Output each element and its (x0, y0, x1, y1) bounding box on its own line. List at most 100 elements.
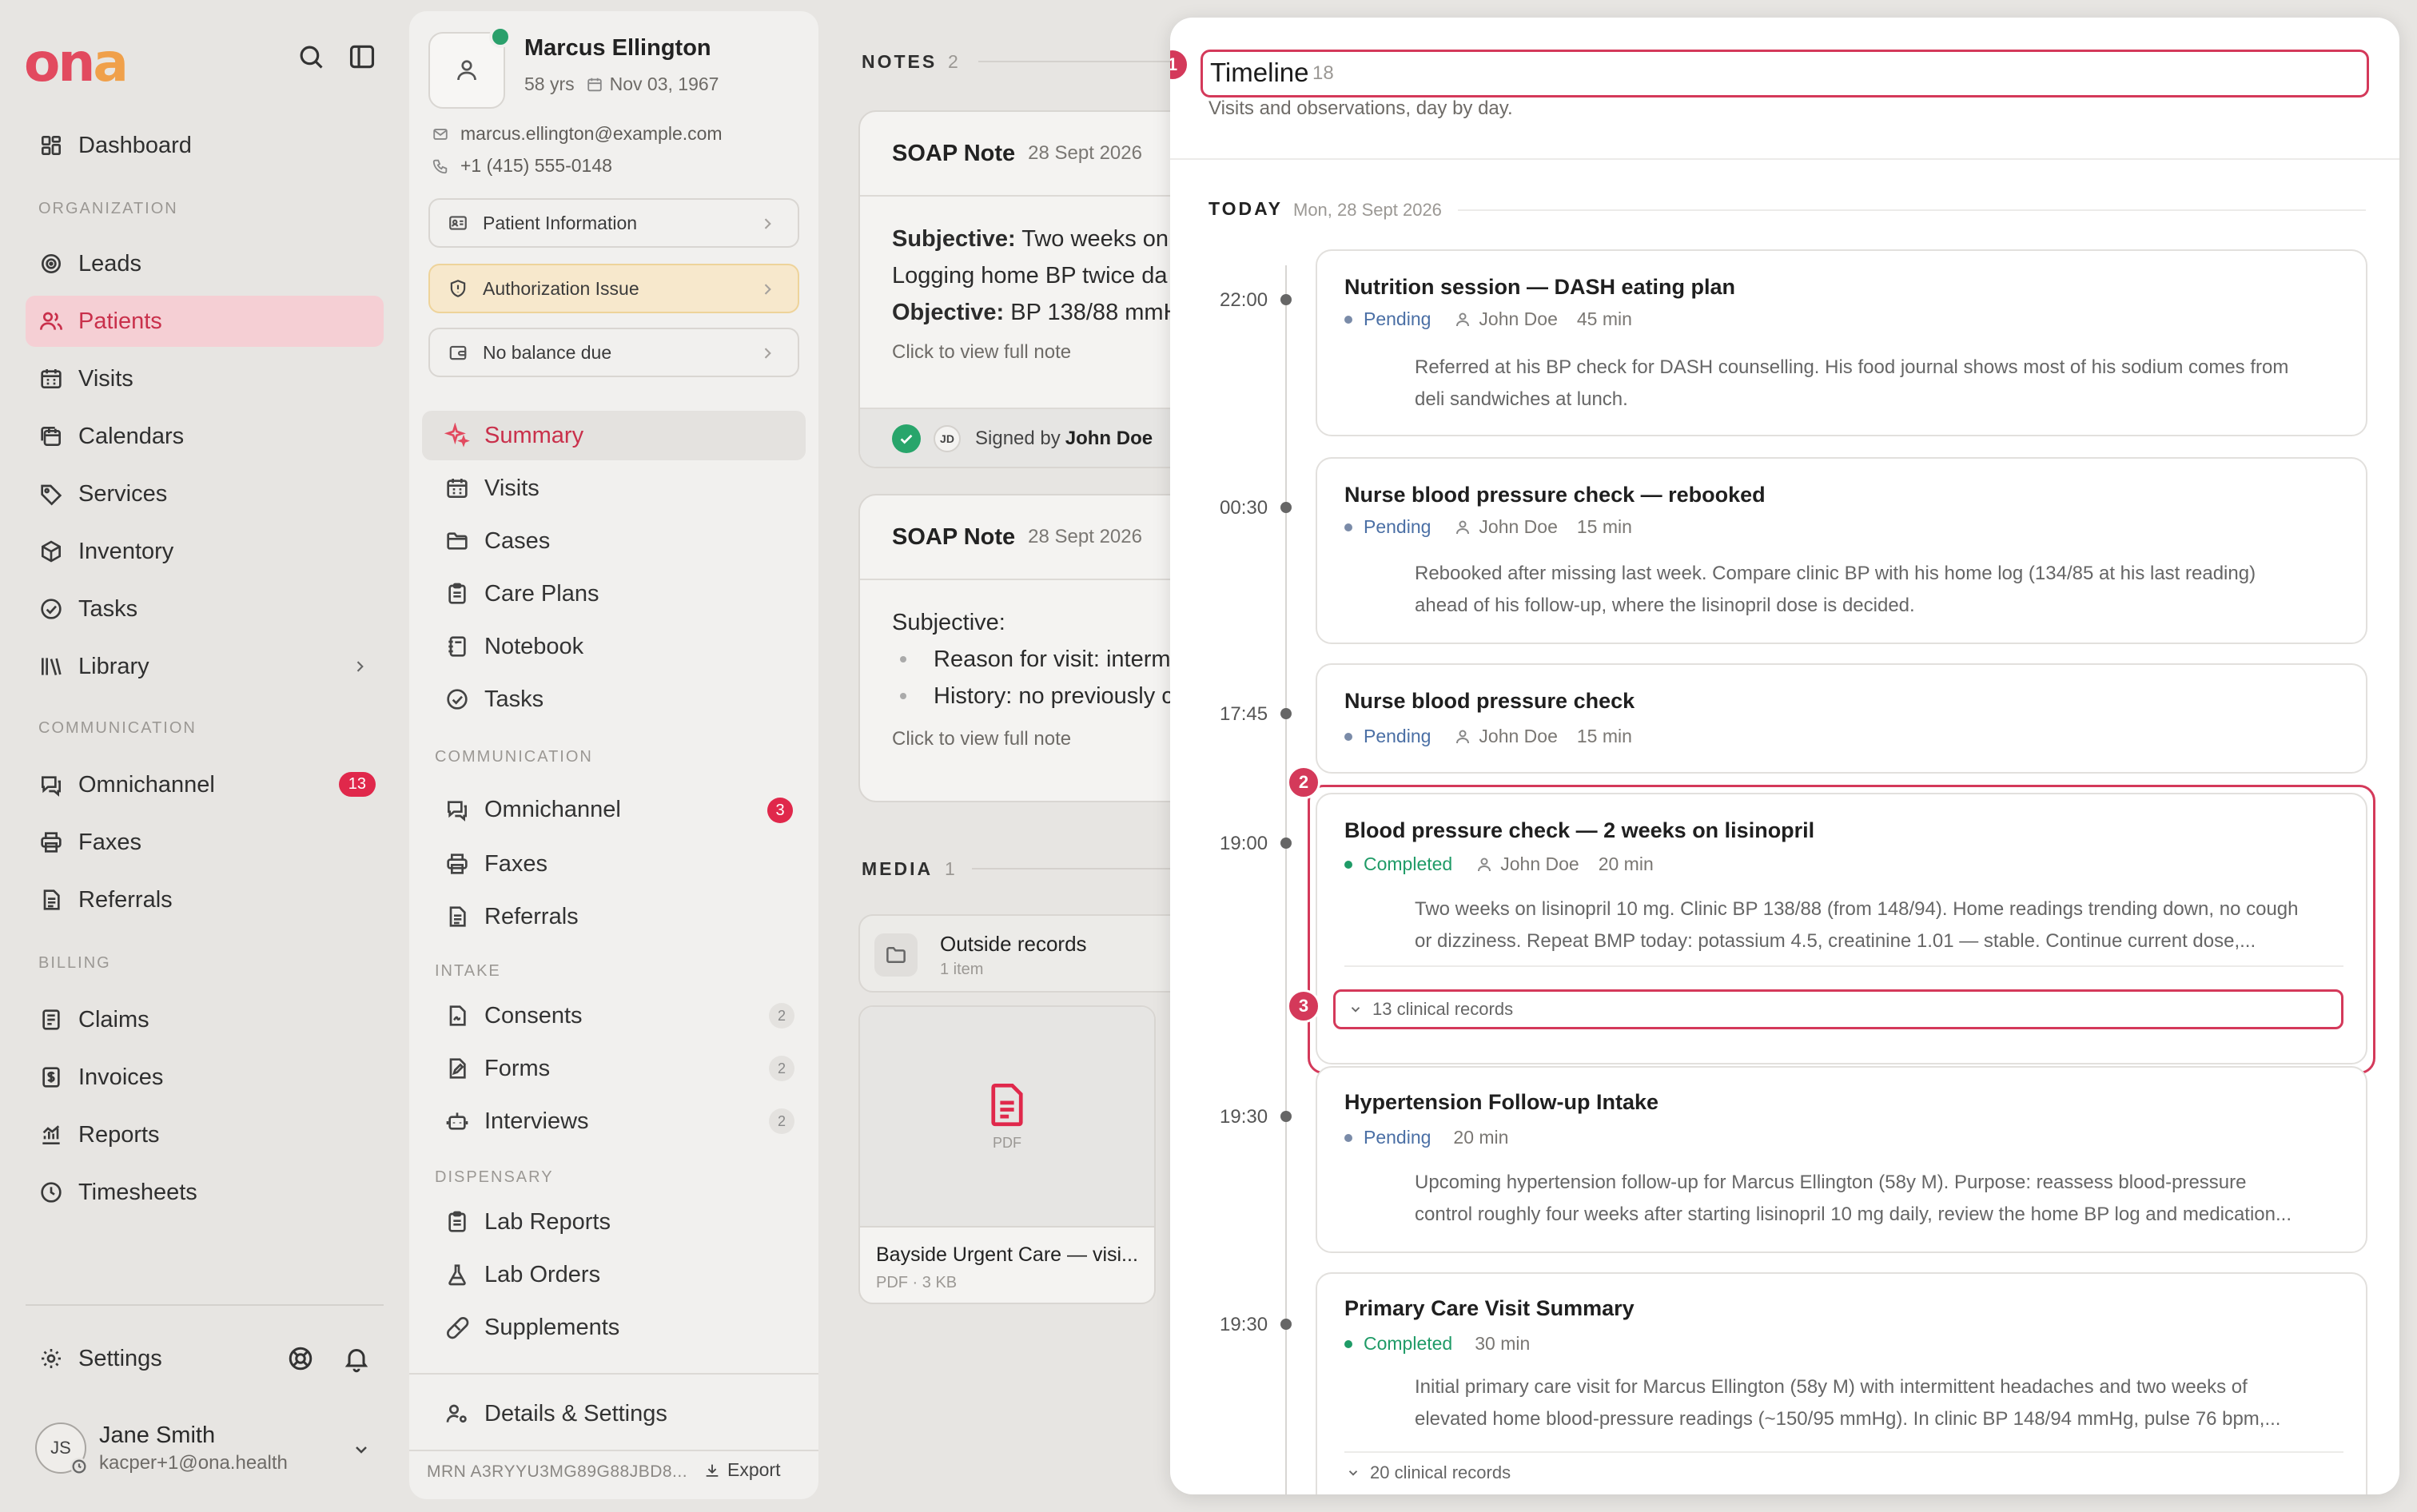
nav-reports-label: Reports (78, 1121, 160, 1148)
patient-menu-lab-orders[interactable]: Lab Orders (422, 1250, 806, 1299)
patient-menu-interviews-label: Interviews (484, 1108, 589, 1134)
patient-menu-consents[interactable]: Consents 2 (422, 991, 806, 1040)
nav-reports[interactable]: Reports (26, 1109, 384, 1160)
nav-timesheets[interactable]: Timesheets (26, 1167, 384, 1218)
nav-settings[interactable]: Settings (26, 1333, 289, 1384)
timeline-title: Timeline (1210, 58, 1309, 87)
status-dot (1344, 732, 1352, 741)
nav-dashboard[interactable]: Dashboard (26, 120, 384, 171)
patient-menu-care-plans[interactable]: Care Plans (422, 569, 806, 619)
nav-claims[interactable]: Claims (26, 994, 384, 1045)
chevron-down-icon[interactable] (352, 1440, 371, 1459)
chevron-right-icon (764, 218, 771, 229)
soap-note-preview: Subjective: Reason for visit: interm His… (860, 580, 1196, 782)
help-icon[interactable] (286, 1344, 315, 1373)
soap-note-title: SOAP Note (892, 523, 1016, 550)
patient-menu-supplements[interactable]: Supplements (422, 1303, 806, 1352)
entry-description-line: Upcoming hypertension follow-up for Marc… (1415, 1172, 2247, 1193)
nav-leads[interactable]: Leads (26, 238, 384, 289)
check-circle-icon (41, 599, 62, 619)
search-icon[interactable] (296, 42, 326, 72)
patient-avatar[interactable] (428, 26, 512, 109)
entry-status: Pending (1364, 516, 1431, 537)
soap-note-header: SOAP Note 28 Sept 2026 (860, 495, 1196, 580)
patient-menu-interviews[interactable]: Interviews 2 (422, 1096, 806, 1146)
balance-button[interactable]: No balance due (428, 328, 799, 377)
document-icon (43, 889, 60, 910)
mail-icon (433, 128, 448, 140)
patient-menu-faxes[interactable]: Faxes (422, 839, 806, 889)
nav-patients[interactable]: Patients (26, 296, 384, 347)
authorization-issue-button[interactable]: Authorization Issue (428, 264, 799, 313)
patient-menu-summary[interactable]: Summary (422, 411, 806, 460)
check-badge-icon (892, 424, 921, 453)
view-full-note-link[interactable]: Click to view full note (892, 721, 1196, 758)
nav-calendars[interactable]: Calendars (26, 411, 384, 462)
nav-tasks[interactable]: Tasks (26, 583, 384, 635)
patient-menu-omnichannel[interactable]: Omnichannel 3 (422, 785, 806, 834)
entry-description-line: elevated home blood-pressure readings (~… (1415, 1408, 2281, 1430)
records-divider (1344, 1451, 2343, 1453)
media-count: 1 (945, 858, 955, 879)
entry-meta: Pending John Doe 15 min (1344, 516, 1632, 538)
nav-services-label: Services (78, 480, 168, 507)
nav-referrals[interactable]: Referrals (26, 874, 384, 925)
nav-visits-label: Visits (78, 365, 133, 392)
nav-invoices[interactable]: Invoices (26, 1052, 384, 1103)
nav-omnichannel[interactable]: Omnichannel 13 (26, 759, 384, 810)
patient-menu-details-settings[interactable]: Details & Settings (422, 1389, 806, 1438)
soap-note-card-1[interactable]: SOAP Note 28 Sept 2026 Subjective: Two w… (858, 110, 1196, 468)
timeline-entry-hypertension-intake[interactable]: Hypertension Follow-up Intake Pending 20… (1316, 1066, 2367, 1253)
patient-phone[interactable]: +1 (415) 555-0148 (460, 155, 612, 177)
current-user-card[interactable]: JS Jane Smith kacper+1@ona.health (35, 1415, 387, 1482)
nav-services[interactable]: Services (26, 468, 384, 519)
patient-menu-visits[interactable]: Visits (422, 464, 806, 513)
clinical-records-label: 13 clinical records (1372, 999, 1514, 1019)
patient-name: Marcus Ellington (524, 35, 711, 61)
nav-inventory[interactable]: Inventory (26, 526, 384, 577)
clinical-records-label: 20 clinical records (1370, 1462, 1511, 1482)
timeline-entry-nurse-bp-check[interactable]: Nurse blood pressure check Pending John … (1316, 663, 2367, 774)
soap-note-card-2[interactable]: SOAP Note 28 Sept 2026 Subjective: Reaso… (858, 494, 1196, 802)
entry-duration: 45 min (1576, 308, 1632, 329)
patient-menu-referrals[interactable]: Referrals (422, 892, 806, 941)
patient-information-button[interactable]: Patient Information (428, 198, 799, 248)
timeline-rail (1285, 265, 1287, 1494)
timeline-entry-nutrition-session[interactable]: Nutrition session — DASH eating plan Pen… (1316, 249, 2367, 436)
chat-icon (448, 801, 467, 822)
gear-icon (42, 1349, 61, 1368)
soap-note-header: SOAP Note 28 Sept 2026 (860, 112, 1196, 197)
patient-menu-notebook-label: Notebook (484, 633, 584, 659)
patient-email[interactable]: marcus.ellington@example.com (460, 123, 723, 145)
outside-records-folder[interactable]: Outside records 1 item (858, 914, 1196, 993)
view-full-note-link[interactable]: Click to view full note (892, 334, 1196, 371)
patient-menu-lab-reports[interactable]: Lab Reports (422, 1197, 806, 1247)
form-edit-icon (449, 1058, 466, 1079)
nav-faxes[interactable]: Faxes (26, 817, 384, 868)
folder-item-count: 1 item (940, 961, 984, 978)
patient-menu-care-plans-label: Care Plans (484, 580, 599, 607)
patient-menu-tasks[interactable]: Tasks (422, 674, 806, 724)
timeline-entry-nurse-bp-rebooked[interactable]: Nurse blood pressure check — rebooked Pe… (1316, 457, 2367, 644)
status-dot (1344, 1339, 1352, 1348)
patient-menu-forms[interactable]: Forms 2 (422, 1044, 806, 1093)
patient-menu-cases[interactable]: Cases (422, 516, 806, 566)
nav-inventory-label: Inventory (78, 538, 174, 564)
clinical-records-toggle[interactable]: 20 clinical records (1346, 1462, 1511, 1483)
patient-menu-notebook[interactable]: Notebook (422, 622, 806, 671)
nav-visits[interactable]: Visits (26, 353, 384, 404)
pdf-file-meta: PDF · 3 KB (876, 1274, 958, 1291)
clinical-records-toggle[interactable]: 13 clinical records (1333, 989, 2343, 1029)
timeline-entry-primary-care-summary[interactable]: Primary Care Visit Summary Completed 30 … (1316, 1272, 2367, 1494)
bell-icon[interactable] (342, 1344, 371, 1373)
pdf-file-card[interactable]: PDF Bayside Urgent Care — visi... PDF · … (858, 1005, 1156, 1304)
nav-library[interactable]: Library (26, 641, 384, 692)
person-icon (1456, 312, 1470, 326)
sidebar-toggle-icon[interactable] (347, 42, 377, 72)
nav-settings-label: Settings (78, 1345, 162, 1371)
export-button[interactable]: Export (703, 1459, 780, 1481)
sidebar-divider (26, 1304, 384, 1306)
ona-logo[interactable]: ona (24, 32, 129, 94)
interviews-count: 2 (769, 1108, 794, 1134)
notes-section-label: NOTES (862, 51, 938, 72)
